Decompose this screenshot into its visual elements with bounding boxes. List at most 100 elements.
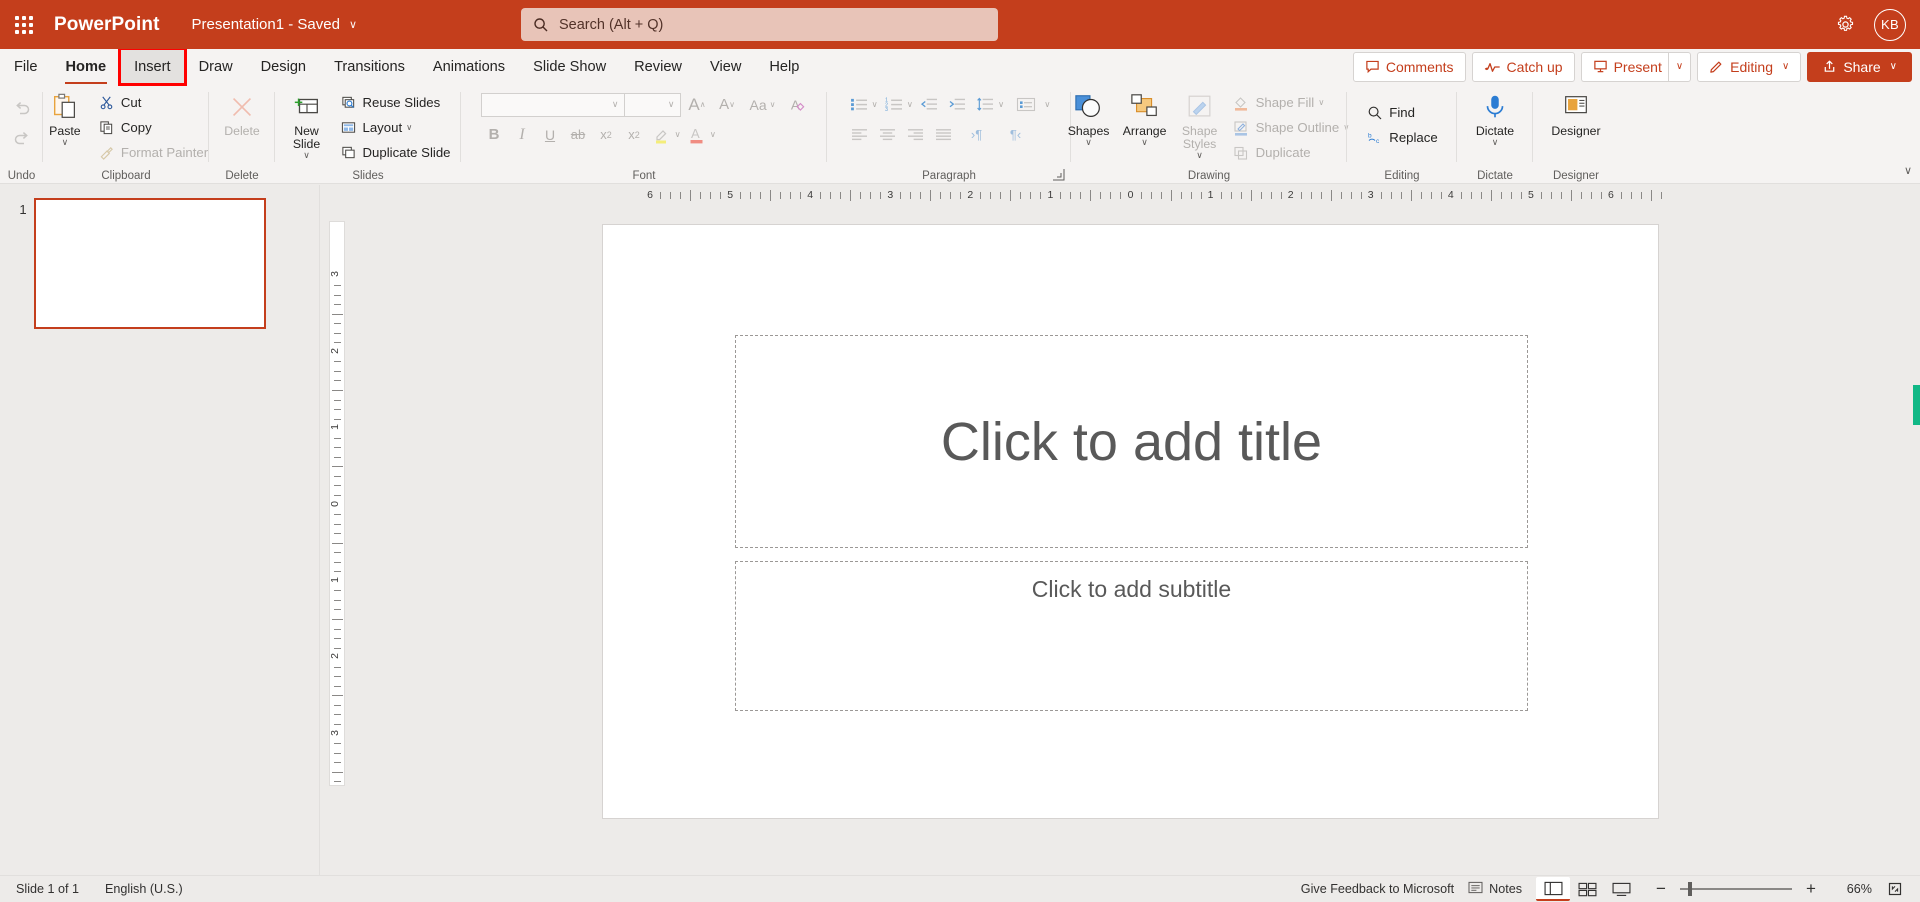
font-size-combobox[interactable]: ∨ bbox=[624, 92, 681, 117]
zoom-in-button[interactable]: + bbox=[1802, 879, 1820, 899]
chevron-down-icon[interactable]: ∨ bbox=[998, 99, 1004, 110]
editing-mode-button[interactable]: Editing ∨ bbox=[1697, 51, 1802, 82]
align-left-button[interactable] bbox=[846, 122, 873, 147]
chevron-down-icon[interactable]: ∨ bbox=[1085, 138, 1092, 147]
layout-button[interactable]: Layout ∨ bbox=[334, 116, 457, 139]
document-title[interactable]: Presentation1 - Saved ∨ bbox=[192, 16, 358, 33]
slide-canvas[interactable]: Click to add title Click to add subtitle bbox=[602, 224, 1659, 819]
strikethrough-button[interactable]: ab bbox=[565, 122, 592, 147]
present-dropdown-arrow[interactable]: ∨ bbox=[1667, 51, 1692, 82]
notes-button[interactable]: Notes bbox=[1468, 881, 1522, 897]
justify-button[interactable] bbox=[930, 122, 957, 147]
app-brand-powerpoint[interactable]: PowerPoint bbox=[54, 14, 160, 36]
shrink-font-button[interactable]: A ∨ bbox=[714, 92, 741, 117]
tab-review[interactable]: Review bbox=[620, 49, 696, 84]
tab-insert[interactable]: Insert bbox=[118, 47, 187, 86]
catch-up-button[interactable]: Catch up bbox=[1471, 51, 1575, 82]
tab-transitions[interactable]: Transitions bbox=[320, 49, 419, 84]
chevron-down-icon[interactable]: ∨ bbox=[406, 122, 412, 133]
underline-button[interactable]: U bbox=[537, 122, 564, 147]
tab-slide-show[interactable]: Slide Show bbox=[519, 49, 620, 84]
reuse-slides-button[interactable]: Reuse Slides bbox=[334, 91, 457, 114]
shape-styles-button[interactable]: Shape Styles ∨ bbox=[1173, 89, 1227, 162]
format-painter-button[interactable]: Format Painter bbox=[92, 141, 214, 164]
find-button[interactable]: Find bbox=[1360, 101, 1443, 124]
zoom-out-button[interactable]: − bbox=[1652, 879, 1670, 899]
clear-formatting-button[interactable]: A bbox=[785, 92, 812, 117]
title-placeholder[interactable]: Click to add title bbox=[735, 335, 1528, 548]
chevron-down-icon[interactable]: ∨ bbox=[62, 138, 69, 147]
dictate-button[interactable]: Dictate ∨ bbox=[1468, 89, 1522, 149]
designer-button[interactable]: Designer bbox=[1543, 89, 1609, 141]
slide-sorter-view-button[interactable] bbox=[1570, 877, 1604, 901]
text-direction-button[interactable] bbox=[1007, 92, 1045, 117]
chevron-down-icon[interactable]: ∨ bbox=[1492, 138, 1499, 147]
vertical-scrollbar-marker[interactable] bbox=[1913, 385, 1920, 425]
new-slide-button[interactable]: New Slide ∨ bbox=[280, 89, 334, 162]
language-status[interactable]: English (U.S.) bbox=[105, 882, 183, 896]
font-name-combobox[interactable]: ∨ bbox=[480, 92, 625, 117]
subtitle-placeholder[interactable]: Click to add subtitle bbox=[735, 561, 1528, 711]
tab-draw[interactable]: Draw bbox=[185, 49, 247, 84]
chevron-down-icon[interactable]: ∨ bbox=[872, 99, 878, 110]
avatar[interactable]: KB bbox=[1874, 8, 1906, 41]
search-input[interactable] bbox=[559, 16, 986, 33]
reading-view-button[interactable] bbox=[1604, 877, 1638, 901]
share-button[interactable]: Share ∨ bbox=[1807, 51, 1912, 82]
bullets-button[interactable] bbox=[846, 92, 873, 117]
shape-fill-button[interactable]: Shape Fill ∨ bbox=[1227, 91, 1358, 114]
tab-file[interactable]: File bbox=[0, 49, 52, 84]
replace-button[interactable]: bc Replace bbox=[1360, 126, 1443, 149]
subscript-button[interactable]: x2 bbox=[593, 122, 620, 147]
arrange-button[interactable]: Arrange ∨ bbox=[1117, 89, 1173, 149]
chevron-down-icon[interactable]: ∨ bbox=[907, 99, 913, 110]
slide-thumbnail-1[interactable] bbox=[34, 198, 266, 329]
cut-button[interactable]: Cut bbox=[92, 91, 214, 114]
slide-count-status[interactable]: Slide 1 of 1 bbox=[16, 882, 79, 896]
text-highlight-button[interactable] bbox=[649, 122, 676, 147]
chevron-down-icon[interactable]: ∨ bbox=[1318, 97, 1324, 108]
tab-view[interactable]: View bbox=[696, 49, 755, 84]
shapes-button[interactable]: Shapes ∨ bbox=[1061, 89, 1117, 149]
chevron-down-icon[interactable]: ∨ bbox=[675, 129, 681, 140]
font-color-button[interactable]: A bbox=[684, 122, 711, 147]
numbering-button[interactable]: 123 bbox=[881, 92, 908, 117]
horizontal-ruler[interactable]: 6 5 4 3 2 1 0 1 2 3 4 5 6 bbox=[320, 185, 1920, 207]
line-spacing-button[interactable] bbox=[972, 92, 999, 117]
duplicate-button[interactable]: Duplicate bbox=[1227, 141, 1358, 164]
zoom-slider-thumb[interactable] bbox=[1688, 882, 1692, 896]
tab-help[interactable]: Help bbox=[755, 49, 813, 84]
chevron-down-icon[interactable]: ∨ bbox=[1196, 151, 1203, 160]
change-case-button[interactable]: Aa ∨ bbox=[744, 92, 782, 117]
delete-button[interactable]: Delete bbox=[215, 89, 269, 141]
grow-font-button[interactable]: A ∧ bbox=[684, 92, 711, 117]
vertical-ruler[interactable]: 3 2 1 0 1 2 3 bbox=[329, 221, 345, 786]
fit-to-window-icon[interactable] bbox=[1882, 881, 1908, 897]
zoom-level-label[interactable]: 66% bbox=[1830, 882, 1872, 896]
gear-icon[interactable] bbox=[1828, 8, 1862, 42]
italic-button[interactable]: I bbox=[509, 122, 536, 147]
shape-outline-button[interactable]: Shape Outline ∨ bbox=[1227, 116, 1358, 139]
duplicate-slide-button[interactable]: Duplicate Slide bbox=[334, 141, 457, 164]
search-box[interactable] bbox=[521, 8, 998, 41]
chevron-down-icon[interactable]: ∨ bbox=[349, 18, 357, 31]
paste-button[interactable]: Paste ∨ bbox=[38, 89, 92, 149]
increase-indent-button[interactable] bbox=[944, 92, 971, 117]
undo-button[interactable] bbox=[4, 93, 40, 122]
tab-design[interactable]: Design bbox=[247, 49, 320, 84]
copy-button[interactable]: Copy bbox=[92, 116, 214, 139]
chevron-down-icon[interactable]: ∨ bbox=[1044, 99, 1050, 110]
chevron-down-icon[interactable]: ∨ bbox=[303, 151, 310, 160]
normal-view-button[interactable] bbox=[1536, 877, 1570, 901]
ltr-text-direction-button[interactable]: ›¶ bbox=[958, 122, 996, 147]
decrease-indent-button[interactable] bbox=[916, 92, 943, 117]
zoom-slider[interactable] bbox=[1680, 881, 1792, 897]
chevron-down-icon[interactable]: ∨ bbox=[1141, 138, 1148, 147]
align-center-button[interactable] bbox=[874, 122, 901, 147]
feedback-link[interactable]: Give Feedback to Microsoft bbox=[1301, 882, 1454, 896]
chevron-down-icon[interactable]: ∨ bbox=[710, 129, 716, 140]
tab-home[interactable]: Home bbox=[52, 49, 121, 84]
align-right-button[interactable] bbox=[902, 122, 929, 147]
superscript-button[interactable]: x2 bbox=[621, 122, 648, 147]
ribbon-collapse-button[interactable]: ∨ bbox=[1904, 164, 1912, 177]
